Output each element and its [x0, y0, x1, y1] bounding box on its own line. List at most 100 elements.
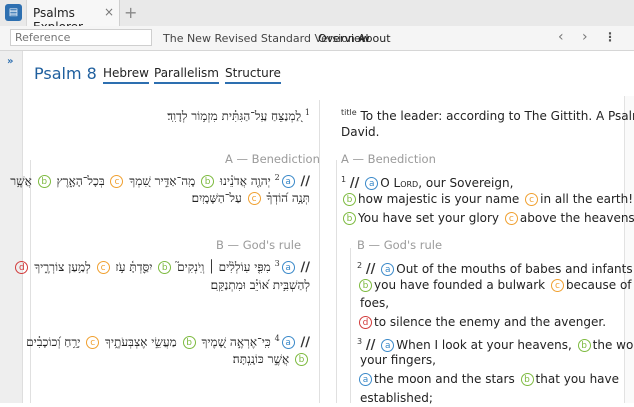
content-scrollbar[interactable] [624, 96, 634, 403]
marker-a-icon: a [281, 175, 295, 188]
tab-psalms-explorer[interactable]: Psalms Explorer × [26, 0, 120, 34]
column-divider [319, 100, 320, 403]
hebrew-verse-4-line-1: // a4 כִּֽי־אֶרְאֶ֣ה שָׁ֭מֶיךָ b מַעֲשֵׂ… [26, 334, 310, 350]
verse-number: 3 [357, 337, 363, 346]
expand-sidebar-icon[interactable]: » [7, 56, 13, 67]
title-prefix: title [341, 108, 357, 117]
english-verse-1-line-2: David. [341, 125, 380, 139]
english-verse-2-line-2: b how majestic is your name c in all the e… [341, 190, 633, 208]
parallel-marker: // [365, 262, 376, 277]
hebrew-text: מַעֲשֵׂ֣י אֶצְבְּעֹתֶ֑יךָ [105, 335, 177, 349]
hebrew-text: בְּכָל־הָאָ֑רֶץ [56, 174, 105, 188]
marker-a-icon: a [381, 263, 395, 276]
marker-c-icon: c [550, 279, 564, 292]
marker-c-icon: c [110, 175, 124, 188]
verse-number: 3 [274, 259, 280, 268]
hebrew-text: יִסַּ֪דְתָּ֫ עֹ֥ז [115, 260, 153, 274]
marker-c-icon: c [96, 261, 110, 274]
marker-b-icon: b [158, 261, 172, 274]
marker-a-icon: a [281, 261, 295, 274]
marker-b-icon: b [520, 373, 534, 386]
marker-b-icon: b [359, 279, 372, 292]
english-text: the moon and the stars [374, 372, 515, 386]
add-tab-icon[interactable]: + [124, 3, 137, 22]
close-icon[interactable]: × [104, 5, 114, 19]
chevron-left-icon[interactable]: ‹ [558, 29, 564, 45]
hebrew-text: יָרֵ֥חַ וְ֝כוֹכָבִ֗ים [26, 335, 81, 349]
english-text: Out of the mouths of babes and infants [396, 262, 633, 276]
marker-a-icon: a [359, 373, 372, 386]
about-button[interactable]: About [358, 32, 391, 45]
english-verse-3-line-2: b you have founded a bulwark c because of … [357, 276, 634, 294]
hebrew-section-line [30, 160, 31, 403]
hebrew-verse-2-line-1: // a2 יְהוָ֤ה אֲדֹנֵ֗ינוּ b מָֽה־אַדִּ֣י… [10, 173, 310, 189]
english-text: in all the earth! [540, 192, 633, 206]
hebrew-verse-2-line-2: תְּנָ֥ה ה֝וֹדְךָ֗ c עַל־הַשָּׁמָֽיִם׃ [192, 191, 310, 206]
hebrew-text: מִפִּ֤י עֽוֹלְלִ֨ים ׀ וְֽיֹנְקִים֮ [177, 260, 271, 274]
english-text: When I look at your heavens, [396, 338, 572, 352]
collapsed-sidebar: » [0, 51, 23, 403]
psalm-header: Psalm 8 Hebrew Parallelism Structure [23, 51, 634, 95]
tab-parallelism[interactable]: Parallelism [154, 66, 219, 84]
psalms-app-icon: ▤ [5, 4, 22, 21]
hebrew-text: יְהוָ֤ה אֲדֹנֵ֗ינוּ [219, 174, 271, 188]
section-heading: A — Benediction [341, 152, 436, 166]
hebrew-text: לְמַ֥עַן צוֹרְרֶ֑יךָ [34, 260, 91, 274]
marker-b-icon: b [295, 353, 308, 366]
marker-b-icon: b [343, 193, 356, 206]
verse-number: 2 [274, 173, 280, 182]
parallel-marker: // [349, 176, 360, 191]
verse-number: 1 [341, 175, 347, 184]
marker-b-icon: b [182, 336, 196, 349]
hebrew-text: לְהַשְׁבִּ֥ית א֝וֹיֵ֗ב וּמִתְנַקֵּֽם׃ [210, 278, 310, 292]
section-heading: B — God's rule [357, 238, 443, 252]
hebrew-verse-1: 1 לַ֭מְנַצֵּחַ עַֽל־הַגִּתִּ֗ית מִזְמ֥וֹ… [167, 108, 310, 124]
english-text: to silence the enemy and the avenger. [374, 315, 607, 329]
verse-number: 2 [357, 261, 363, 270]
marker-c-icon: c [247, 192, 261, 205]
marker-c-icon: c [86, 336, 100, 349]
english-verse-1-line-1: title To the leader: according to The Gi… [341, 104, 634, 125]
english-verse-2-line-3: b You have set your glory c above the heav… [341, 209, 634, 227]
verse-number: 4 [274, 334, 280, 343]
reference-input[interactable] [10, 29, 152, 46]
hebrew-text: תְּנָ֥ה ה֝וֹדְךָ֗ [266, 191, 310, 205]
tab-structure[interactable]: Structure [225, 66, 281, 84]
hebrew-text: עַל־הַשָּׁמָֽיִם׃ [191, 191, 242, 205]
english-section-line [336, 160, 337, 403]
hebrew-text: אֲשֶׁ֣ר כּוֹנָֽנְתָּה׃ [232, 352, 290, 366]
marker-b-icon: b [577, 339, 591, 352]
hebrew-text: לַ֭מְנַצֵּחַ עַֽל־הַגִּתִּ֗ית מִזְמ֥וֹר … [167, 109, 302, 123]
parallel-marker: // [300, 260, 311, 275]
marker-c-icon: c [525, 193, 539, 206]
chevron-right-icon[interactable]: › [582, 29, 588, 45]
english-subsection-line [350, 248, 351, 403]
english-text: O [380, 176, 394, 190]
marker-b-icon: b [343, 212, 356, 225]
section-heading: B — God's rule [216, 238, 302, 252]
english-text: above the heavens. [519, 211, 634, 225]
tab-bar: ▤ Psalms Explorer × + [0, 0, 634, 34]
hebrew-verse-3-line-1: // a3 מִפִּ֤י עֽוֹלְלִ֨ים ׀ וְֽיֹנְקִים֮… [13, 259, 310, 275]
section-heading: A — Benediction [225, 152, 320, 166]
english-verse-4-line-2: your fingers, [360, 353, 436, 367]
verse-number: 1 [304, 108, 310, 117]
tab-hebrew[interactable]: Hebrew [103, 66, 149, 84]
english-text: You have set your glory [358, 211, 500, 225]
english-text: you have founded a bulwark [374, 278, 546, 292]
more-options-icon[interactable]: ⋮ [604, 30, 616, 44]
marker-b-icon: b [201, 175, 215, 188]
page-title: Psalm 8 [34, 64, 97, 83]
hebrew-text: מָֽה־אַדִּ֣יר שִׁ֭מְךָ [129, 174, 196, 188]
english-text: because of your [565, 278, 634, 292]
hebrew-text: אֲשֶׁ֥ר [10, 174, 32, 188]
english-text: , our Sovereign, [418, 176, 514, 190]
marker-a-icon: a [365, 177, 379, 190]
english-verse-4-line-4: established; [360, 391, 433, 405]
parallel-marker: // [300, 335, 311, 350]
hebrew-text: כִּֽי־אֶרְאֶ֣ה שָׁ֭מֶיךָ [201, 335, 271, 349]
parallel-marker: // [300, 174, 311, 189]
english-text: the work of [592, 338, 634, 352]
toolbar: The New Revised Standard Version ▾ Overv… [0, 26, 634, 51]
english-text: To the leader: according to The Gittith.… [360, 109, 634, 123]
